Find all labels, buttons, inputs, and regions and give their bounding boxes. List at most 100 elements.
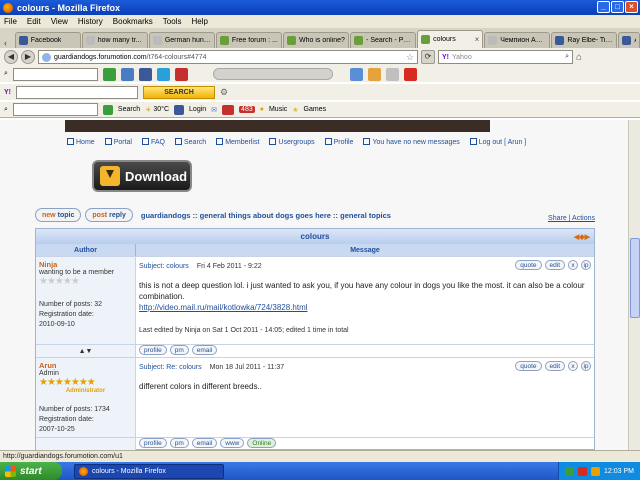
search-go-icon[interactable] (102, 104, 113, 115)
toolbar-search-input[interactable] (12, 67, 98, 81)
ip-button[interactable]: ip (581, 260, 591, 270)
yahoo-search-input[interactable] (16, 85, 138, 99)
app-icon[interactable] (120, 67, 134, 81)
search-icon[interactable]: ⌕ (4, 70, 8, 78)
app-icon[interactable] (385, 67, 399, 81)
topic-nav-arrows-icon[interactable]: ◀◆▶ (574, 233, 590, 241)
page-scrollbar[interactable] (628, 120, 640, 450)
breadcrumb-subforum[interactable]: general topics (340, 211, 391, 220)
tab-a[interactable]: A (618, 32, 640, 48)
toolbar-search-label[interactable]: Search (118, 106, 140, 113)
m-app-icon[interactable] (403, 67, 417, 81)
tray-icon[interactable] (591, 466, 601, 476)
nav-usergroups[interactable]: Usergroups (269, 138, 315, 146)
youtube-icon[interactable] (222, 104, 235, 115)
email-button[interactable]: email (191, 345, 218, 355)
twitter-icon[interactable] (156, 67, 170, 81)
nav-messages[interactable]: You have no new messages (363, 138, 460, 146)
maximize-button[interactable]: □ (611, 1, 624, 13)
yahoo-icon[interactable]: Y! (4, 89, 11, 96)
home-icon[interactable]: ⌂ (576, 52, 582, 63)
music-link[interactable]: Music (269, 106, 287, 113)
calculator-icon[interactable] (367, 67, 381, 81)
pm-button[interactable]: pm (169, 438, 189, 448)
delete-button[interactable]: x (568, 260, 578, 270)
youtube-icon[interactable] (174, 67, 188, 81)
tab-german-hunting[interactable]: German hunti... (148, 32, 215, 48)
www-button[interactable]: www (220, 438, 245, 448)
bookmark-star-icon[interactable]: ☆ (406, 52, 414, 63)
email-button[interactable]: email (191, 438, 218, 448)
breadcrumb-category[interactable]: general things about dogs goes here (200, 211, 331, 220)
clock[interactable]: 12:03 PM (604, 468, 634, 475)
tab-ray-elbe[interactable]: Ray Elbe- Tig... (551, 32, 618, 48)
tab-how-many[interactable]: how many tr... (81, 32, 148, 48)
scroll-arrows-icon[interactable]: ▲▼ (36, 345, 136, 357)
tab-champion[interactable]: Чемпион Аф... (484, 32, 551, 48)
settings-icon[interactable]: ⚙ (220, 87, 228, 98)
tab-search[interactable]: - Search - Pa... (350, 32, 417, 48)
new-topic-button[interactable]: new topic (35, 208, 82, 222)
toolbar-search-input-2[interactable] (12, 103, 98, 116)
author-name[interactable]: Arun (39, 361, 132, 370)
post-reply-button[interactable]: post reply (85, 208, 133, 222)
tab-colours[interactable]: colours × (417, 30, 484, 48)
games-link[interactable]: Games (304, 106, 327, 113)
menu-edit[interactable]: Edit (27, 17, 41, 26)
search-icon[interactable]: ⌕ (565, 53, 569, 61)
menu-history[interactable]: History (78, 17, 103, 26)
profile-button[interactable]: profile (139, 345, 167, 355)
tray-icon[interactable] (565, 466, 575, 476)
media-player-bar[interactable] (212, 68, 333, 80)
nav-search[interactable]: Search (175, 138, 206, 146)
facebook-icon[interactable] (174, 104, 185, 115)
post-link[interactable]: http://video.mail.ru/mail/kotlowka/724/3… (139, 303, 308, 312)
search-bar[interactable]: Y! Yahoo ⌕ (438, 50, 573, 64)
nav-home[interactable]: Home (67, 138, 95, 146)
weather-widget[interactable]: ☀ 30°C (145, 106, 169, 114)
profile-button[interactable]: profile (139, 438, 167, 448)
mail-icon[interactable]: ✉ (211, 106, 217, 114)
yahoo-search-button[interactable]: SEARCH (143, 85, 215, 99)
reload-button[interactable]: ⟳ (421, 50, 435, 64)
start-button[interactable]: start (0, 462, 62, 480)
nav-logout[interactable]: Log out [ Arun ] (469, 138, 526, 146)
pm-button[interactable]: pm (169, 345, 189, 355)
search-icon[interactable]: ⌕ (4, 106, 8, 114)
tab-free-forum[interactable]: Free forum : ... (215, 32, 282, 48)
menu-tools[interactable]: Tools (163, 17, 182, 26)
nav-memberlist[interactable]: Memberlist (216, 138, 259, 146)
menu-file[interactable]: File (4, 17, 17, 26)
delete-button[interactable]: x (568, 361, 578, 371)
login-link[interactable]: Login (189, 106, 206, 113)
tab-facebook[interactable]: Facebook (14, 32, 81, 48)
download-button[interactable]: Download (92, 160, 192, 192)
menu-help[interactable]: Help (191, 17, 207, 26)
facebook-icon[interactable] (138, 67, 152, 81)
share-actions-links[interactable]: Share | Actions (548, 215, 595, 222)
scrollbar-thumb[interactable] (630, 238, 640, 318)
mail-count-badge[interactable]: 483 (239, 106, 255, 113)
minimize-button[interactable]: _ (597, 1, 610, 13)
quote-button[interactable]: quote (515, 260, 542, 270)
breadcrumb-forum[interactable]: guardiandogs (141, 211, 191, 220)
tab-who-is-online[interactable]: Who is online? (283, 32, 350, 48)
mail-icon[interactable] (349, 67, 363, 81)
nav-faq[interactable]: FAQ (141, 138, 165, 146)
forward-button[interactable]: ▶ (21, 50, 35, 64)
menu-view[interactable]: View (51, 17, 68, 26)
ip-button[interactable]: ip (581, 361, 591, 371)
download-icon[interactable] (102, 67, 116, 81)
quote-button[interactable]: quote (515, 361, 542, 371)
edit-button[interactable]: edit (544, 361, 565, 371)
nav-profile[interactable]: Profile (324, 138, 353, 146)
back-button[interactable]: ◀ (4, 50, 18, 64)
address-bar[interactable]: guardiandogs.forumotion.com/t764-colours… (38, 50, 418, 64)
tab-scroll-left-icon[interactable]: ‹ (4, 38, 14, 48)
nav-portal[interactable]: Portal (104, 138, 132, 146)
close-button[interactable]: × (625, 1, 638, 13)
author-name[interactable]: Ninja (39, 260, 132, 269)
taskbar-item-firefox[interactable]: colours - Mozilla Firefox (74, 463, 224, 479)
menu-bookmarks[interactable]: Bookmarks (113, 17, 153, 26)
tray-icon[interactable] (578, 466, 588, 476)
